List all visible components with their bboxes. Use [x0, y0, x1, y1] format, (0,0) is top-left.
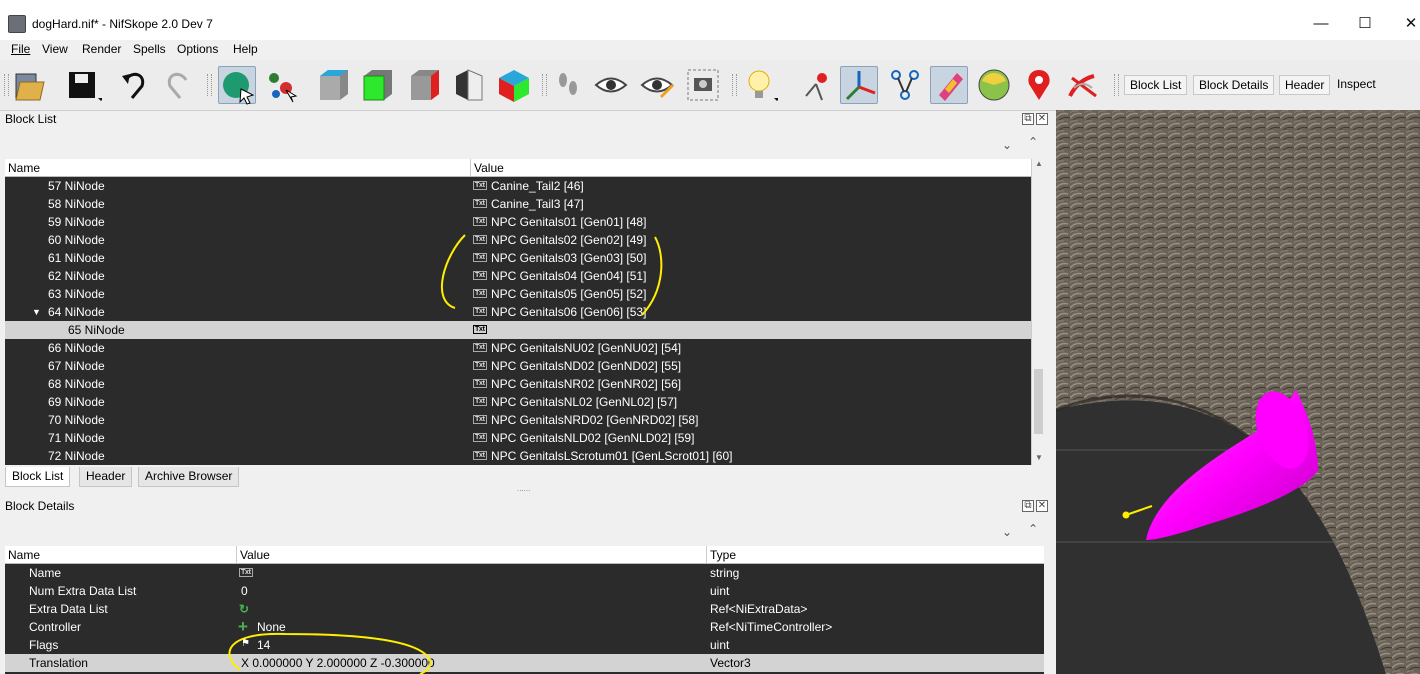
annotation-overlay — [228, 234, 663, 674]
